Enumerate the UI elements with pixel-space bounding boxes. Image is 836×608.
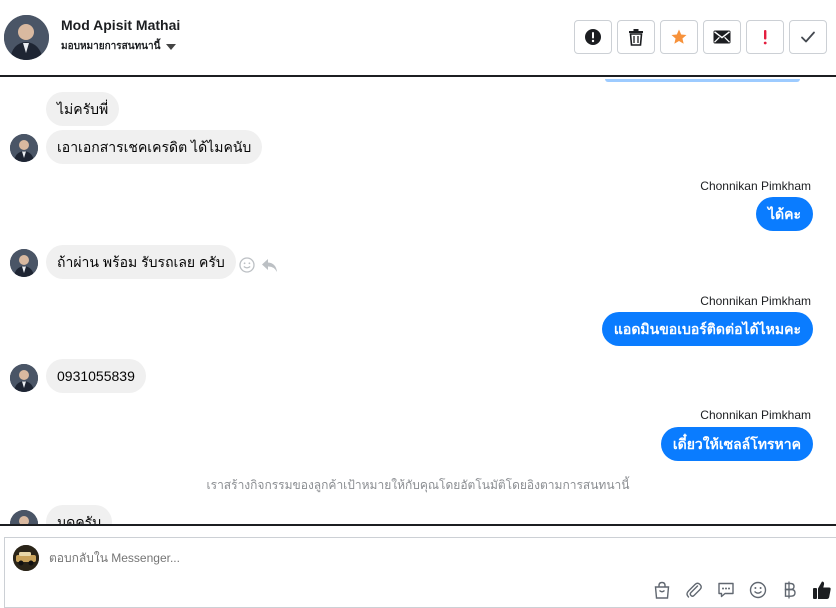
message-thread[interactable]: ไม่ครับพี่ เอาเอกสารเชคเครดิต ได้ไมคนับ … <box>0 79 836 524</box>
envelope-icon <box>713 30 731 44</box>
thumbs-up-icon <box>813 581 831 599</box>
emoji-button[interactable] <box>748 580 768 600</box>
outgoing-message[interactable]: ได้คะ <box>755 197 813 231</box>
caret-down-icon <box>166 43 177 50</box>
attach-button[interactable] <box>684 580 704 600</box>
payment-button[interactable] <box>780 580 800 600</box>
delete-button[interactable] <box>617 20 655 54</box>
mark-spam-button[interactable] <box>574 20 612 54</box>
sender-name: Chonnikan Pimkham <box>700 408 811 422</box>
star-button[interactable] <box>660 20 698 54</box>
baht-icon <box>784 581 796 599</box>
reply-composer <box>4 537 836 608</box>
sender-name: Chonnikan Pimkham <box>700 294 811 308</box>
trash-icon <box>629 29 643 46</box>
header-actions <box>574 20 827 54</box>
exclamation-circle-icon <box>585 29 601 45</box>
contact-avatar-small <box>10 134 38 162</box>
exclamation-icon <box>763 30 767 45</box>
previous-outgoing-bubble-edge <box>605 79 800 82</box>
paperclip-icon <box>686 582 702 598</box>
page-avatar <box>13 545 39 571</box>
assign-conversation-dropdown[interactable]: มอบหมายการสนทนานี้ <box>61 39 177 54</box>
mark-done-button[interactable] <box>789 20 827 54</box>
contact-avatar-small <box>10 364 38 392</box>
send-like-button[interactable] <box>812 580 832 600</box>
composer-divider <box>0 524 836 526</box>
incoming-message[interactable]: เอาเอกสารเชคเครดิต ได้ไมคนับ <box>46 130 263 164</box>
outgoing-message[interactable]: แอดมินขอเบอร์ติดต่อได้ไหมคะ <box>601 312 813 346</box>
incoming-message[interactable]: ถ้าผ่าน พร้อม รับรถเลย ครับ <box>46 245 236 279</box>
contact-avatar-small <box>10 249 38 277</box>
chat-bubble-icon <box>718 582 734 598</box>
smiley-icon[interactable] <box>239 257 255 273</box>
reply-input[interactable] <box>49 551 549 565</box>
reply-icon[interactable] <box>261 258 278 273</box>
composer-tools <box>652 580 832 600</box>
system-notice: เราสร้างกิจกรรมของลูกค้าเป้าหมายให้กับคุ… <box>206 478 630 492</box>
contact-avatar-small <box>10 510 38 524</box>
incoming-message[interactable]: 0931055839 <box>46 359 146 393</box>
check-icon <box>801 31 815 43</box>
incoming-message[interactable]: ไม่ครับพี่ <box>46 92 120 126</box>
contact-avatar[interactable] <box>4 15 49 60</box>
shop-button[interactable] <box>652 580 672 600</box>
assign-label: มอบหมายการสนทนานี้ <box>61 41 161 52</box>
outgoing-message[interactable]: เดี๋ยวให้เซลล์โทรหาค <box>660 427 813 461</box>
saved-replies-button[interactable] <box>716 580 736 600</box>
incoming-message[interactable]: มดครับ <box>46 505 113 524</box>
conversation-header: Mod Apisit Mathai มอบหมายการสนทนานี้ <box>0 0 836 77</box>
smiley-icon <box>749 581 767 599</box>
mark-unread-button[interactable] <box>703 20 741 54</box>
sender-name: Chonnikan Pimkham <box>700 179 811 193</box>
star-icon <box>671 29 687 44</box>
shopping-bag-icon <box>654 581 670 599</box>
follow-up-button[interactable] <box>746 20 784 54</box>
contact-name: Mod Apisit Mathai <box>61 17 181 33</box>
message-hover-actions <box>239 257 278 273</box>
